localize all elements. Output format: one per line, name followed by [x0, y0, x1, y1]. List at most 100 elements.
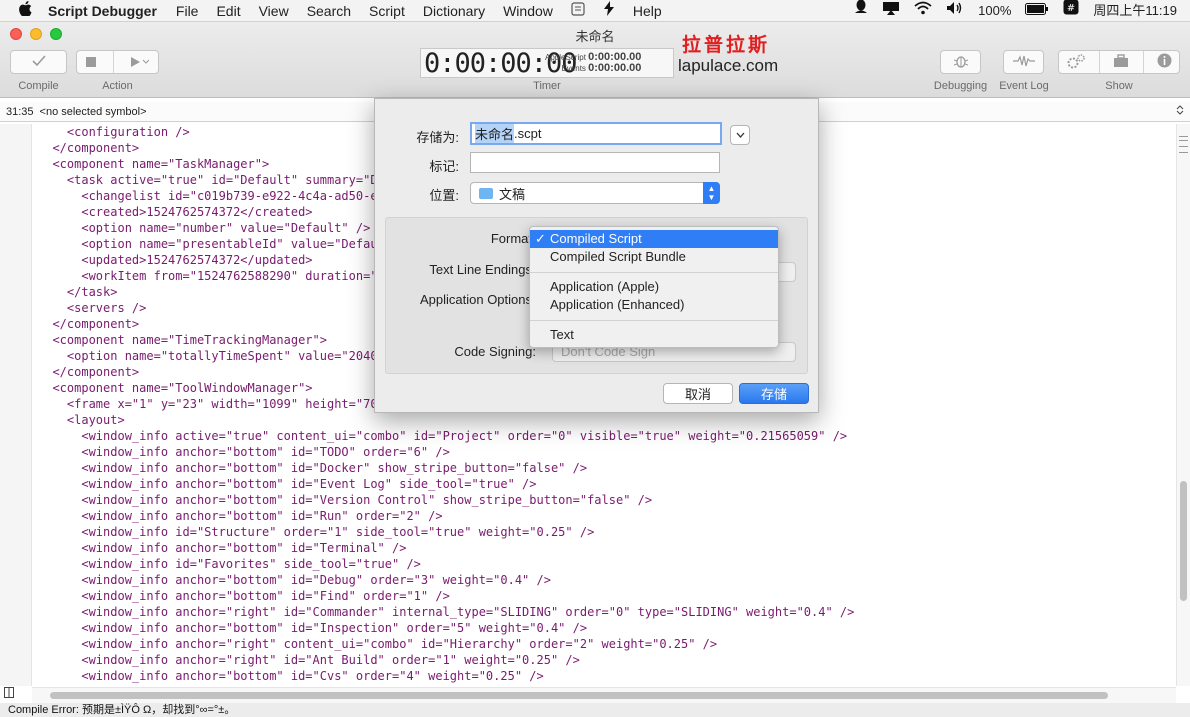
expand-dialog-button[interactable] [730, 125, 750, 145]
svg-text:#: # [1067, 3, 1075, 14]
menu-edit[interactable]: Edit [207, 0, 249, 22]
events-time-label: Events [561, 64, 586, 73]
event-log-button[interactable] [1003, 50, 1044, 74]
code-line[interactable]: <window_info id="Favorites" side_tool="t… [38, 556, 854, 572]
code-line[interactable]: <window_info anchor="bottom" id="Message… [38, 684, 854, 686]
horizontal-scrollbar[interactable] [32, 687, 1176, 703]
debugging-button[interactable] [940, 50, 981, 74]
line-gutter [0, 124, 32, 686]
symbol-selector[interactable]: <no selected symbol> [40, 106, 147, 118]
checkmark-icon: ✓ [535, 231, 546, 246]
applescript-time-label: AppleScript [545, 53, 586, 62]
battery-percent: 100% [978, 2, 1012, 18]
code-line[interactable]: <window_info anchor="bottom" id="Debug" … [38, 572, 854, 588]
menu-script[interactable]: Script [360, 0, 414, 22]
folder-icon [479, 187, 493, 199]
airplay-icon[interactable] [875, 0, 907, 22]
code-line[interactable]: <window_info anchor="right" content_ui="… [38, 636, 854, 652]
scripts-icon[interactable] [594, 0, 624, 22]
input-method-icon[interactable]: # [1056, 0, 1086, 22]
symbol-chevron-icon[interactable] [1176, 104, 1184, 119]
where-value: 文稿 [499, 186, 526, 202]
code-line[interactable]: <window_info anchor="bottom" id="Version… [38, 492, 854, 508]
status-tray: 100% # 周四上午11:19 [847, 0, 1190, 22]
action-label: Action [102, 80, 133, 92]
menu-app-name[interactable]: Script Debugger [40, 0, 167, 22]
code-line[interactable]: <window_info id="Structure" order="1" si… [38, 524, 854, 540]
menu-file[interactable]: File [167, 0, 208, 22]
show-divider [1099, 51, 1101, 73]
scroll-marker [1179, 146, 1188, 147]
code-signing-label: Code Signing: [454, 344, 536, 359]
save-as-input[interactable]: 未命名 .scpt [470, 122, 722, 145]
menu-window[interactable]: Window [494, 0, 562, 22]
where-popup[interactable]: 文稿 ▲ ▼ [470, 182, 720, 204]
waveform-icon [1012, 54, 1035, 70]
format-option-compiled-script[interactable]: ✓ Compiled Script [530, 230, 778, 248]
save-button[interactable]: 存储 [739, 383, 809, 404]
watermark-url: lapulace.com [678, 56, 779, 75]
code-line[interactable]: <window_info active="true" content_ui="c… [38, 428, 854, 444]
volume-icon[interactable] [939, 0, 971, 22]
scroll-marker [1179, 136, 1188, 137]
menu-search[interactable]: Search [298, 0, 360, 22]
menu-separator [530, 272, 778, 273]
line-endings-label: Text Line Endings [429, 262, 532, 277]
code-line[interactable]: <window_info anchor="bottom" id="Cvs" or… [38, 668, 854, 684]
format-option-label: Compiled Script [550, 231, 642, 246]
qq-icon[interactable] [847, 0, 875, 22]
application-options-label: Application Options [419, 292, 532, 307]
format-option-text[interactable]: Text [530, 326, 778, 344]
code-line[interactable]: <window_info anchor="bottom" id="Event L… [38, 476, 854, 492]
code-line[interactable]: <window_info anchor="bottom" id="Run" or… [38, 508, 854, 524]
menu-view[interactable]: View [250, 0, 298, 22]
code-line[interactable]: <window_info anchor="bottom" id="Inspect… [38, 620, 854, 636]
show-divider-2 [1142, 51, 1144, 73]
code-line[interactable]: <window_info anchor="bottom" id="Termina… [38, 540, 854, 556]
timer-breakdown: AppleScript 0:00:00.00 Events 0:00:00.00 [545, 52, 641, 74]
timer-label: Timer [533, 80, 561, 92]
toolbox-icon[interactable] [1113, 53, 1129, 71]
format-option-application-enhanced[interactable]: Application (Enhanced) [530, 296, 778, 314]
code-line[interactable]: <window_info anchor="bottom" id="Find" o… [38, 588, 854, 604]
split-view-icon[interactable] [4, 687, 14, 701]
menu-dictionary[interactable]: Dictionary [414, 0, 494, 22]
format-option-application-apple[interactable]: Application (Apple) [530, 278, 778, 296]
code-line[interactable]: <window_info anchor="right" id="Ant Buil… [38, 652, 854, 668]
battery-icon[interactable] [1018, 0, 1056, 22]
cursor-position: 31:35 [6, 105, 34, 118]
tags-input[interactable] [470, 152, 720, 173]
bug-icon [953, 53, 969, 72]
action-button-group[interactable] [76, 50, 159, 74]
code-line[interactable]: <window_info anchor="bottom" id="TODO" o… [38, 444, 854, 460]
vertical-scroll-thumb[interactable] [1180, 481, 1187, 601]
action-divider [112, 51, 114, 73]
script-window: 未命名 Compile Action 0:00:00:00 AppleScrip… [0, 22, 1190, 717]
script-menu-icon[interactable] [562, 0, 594, 22]
debugging-label: Debugging [933, 80, 988, 92]
code-line[interactable]: <window_info anchor="bottom" id="Docker"… [38, 460, 854, 476]
apple-menu-icon[interactable] [10, 1, 40, 20]
cancel-button[interactable]: 取消 [663, 383, 733, 404]
gears-icon[interactable] [1066, 53, 1086, 72]
show-button-group[interactable] [1058, 50, 1180, 74]
code-line[interactable]: <window_info anchor="right" id="Commande… [38, 604, 854, 620]
title-toolbar: 未命名 Compile Action 0:00:00:00 AppleScrip… [0, 22, 1190, 98]
wifi-icon[interactable] [907, 0, 939, 22]
watermark-chinese: 拉普拉斯 [682, 34, 771, 56]
compile-label: Compile [18, 80, 59, 92]
horizontal-scroll-thumb[interactable] [50, 692, 1108, 699]
format-option-compiled-script-bundle[interactable]: Compiled Script Bundle [530, 248, 778, 266]
menu-help[interactable]: Help [624, 0, 671, 22]
events-time-value: 0:00:00.00 [588, 62, 642, 74]
run-icon[interactable] [131, 54, 150, 70]
stop-icon[interactable] [85, 54, 96, 70]
code-line[interactable]: <layout> [38, 412, 854, 428]
compile-button[interactable] [10, 50, 67, 74]
checkmark-icon [31, 54, 46, 70]
window-title: 未命名 [575, 29, 615, 44]
info-icon[interactable] [1157, 53, 1172, 71]
format-dropdown-menu: ✓ Compiled Script Compiled Script Bundle… [529, 226, 779, 348]
menubar-clock[interactable]: 周四上午11:19 [1086, 0, 1184, 22]
vertical-scrollbar[interactable] [1176, 124, 1190, 686]
